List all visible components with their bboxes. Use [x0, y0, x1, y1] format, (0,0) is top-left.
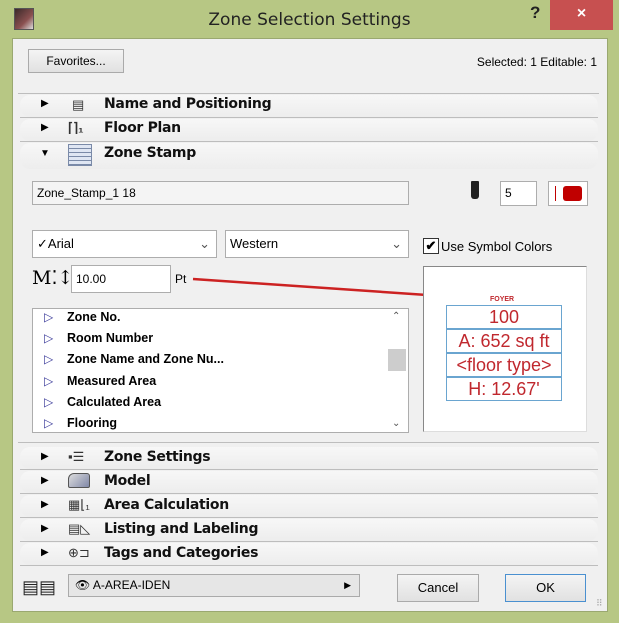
preview-zone-number: 100 — [446, 305, 562, 329]
resize-grip-icon[interactable]: ⠿ — [596, 598, 603, 609]
divider — [20, 469, 598, 470]
item-arrow-icon[interactable]: ▷ — [44, 352, 53, 366]
panel-label: Listing and Labeling — [104, 521, 259, 537]
stamp-items-list[interactable]: ⌃ ⌄ — [32, 308, 409, 433]
scroll-up-icon[interactable]: ⌃ — [392, 311, 400, 322]
list-item[interactable]: Zone Name and Zone Nu... — [67, 352, 224, 366]
item-arrow-icon[interactable]: ▷ — [44, 331, 53, 345]
divider — [20, 541, 598, 542]
panel-label: Model — [104, 473, 151, 489]
preview-zone-name: FOYER — [490, 296, 515, 303]
expand-arrow-icon[interactable]: ▶ — [41, 547, 49, 558]
model-icon — [68, 473, 90, 488]
scrollbar-thumb[interactable] — [388, 349, 406, 371]
expand-arrow-icon[interactable]: ▶ — [41, 499, 49, 510]
scroll-down-icon[interactable]: ⌄ — [392, 418, 400, 429]
divider — [18, 442, 599, 443]
preview-area: A: 652 sq ft — [446, 329, 562, 353]
area-calculation-icon: ▦⌊₁ — [68, 497, 90, 512]
list-scrollbar[interactable]: ⌃ ⌄ — [388, 311, 406, 431]
item-arrow-icon[interactable]: ▷ — [44, 395, 53, 409]
list-item[interactable]: Measured Area — [67, 374, 156, 388]
ok-button[interactable]: OK — [505, 574, 586, 602]
panel-label: Area Calculation — [104, 497, 229, 513]
cancel-button[interactable]: Cancel — [397, 574, 479, 602]
expand-arrow-icon[interactable]: ▶ — [41, 523, 49, 534]
item-arrow-icon[interactable]: ▷ — [44, 416, 53, 430]
list-item[interactable]: Room Number — [67, 331, 153, 345]
expand-arrow-icon[interactable]: ▶ — [41, 451, 49, 462]
panel-label: Tags and Categories — [104, 545, 259, 561]
chevron-right-icon: ▶ — [344, 580, 351, 590]
preview-height: H: 12.67' — [446, 377, 562, 401]
panel-label: Zone Settings — [104, 449, 211, 465]
item-arrow-icon[interactable]: ▷ — [44, 374, 53, 388]
tags-categories-icon: ⊕⊐ — [68, 545, 90, 560]
listing-labeling-icon: ▤◺ — [68, 521, 91, 536]
list-item[interactable]: Zone No. — [67, 310, 120, 324]
layer-value: A-AREA-IDEN — [92, 578, 171, 592]
list-item[interactable]: Calculated Area — [67, 395, 161, 409]
preview-floor-type: <floor type> — [446, 353, 562, 377]
item-arrow-icon[interactable]: ▷ — [44, 310, 53, 324]
divider — [20, 517, 598, 518]
layers-icon: ▤▤ — [22, 577, 57, 597]
expand-arrow-icon[interactable]: ▶ — [41, 475, 49, 486]
divider — [20, 493, 598, 494]
layer-dropdown[interactable]: 👁 A-AREA-IDEN ▶ — [68, 574, 360, 597]
list-item[interactable]: Flooring — [67, 416, 117, 430]
zone-settings-icon: ▪☰ — [68, 449, 85, 464]
eye-icon: 👁 — [75, 578, 91, 592]
divider — [20, 565, 598, 566]
